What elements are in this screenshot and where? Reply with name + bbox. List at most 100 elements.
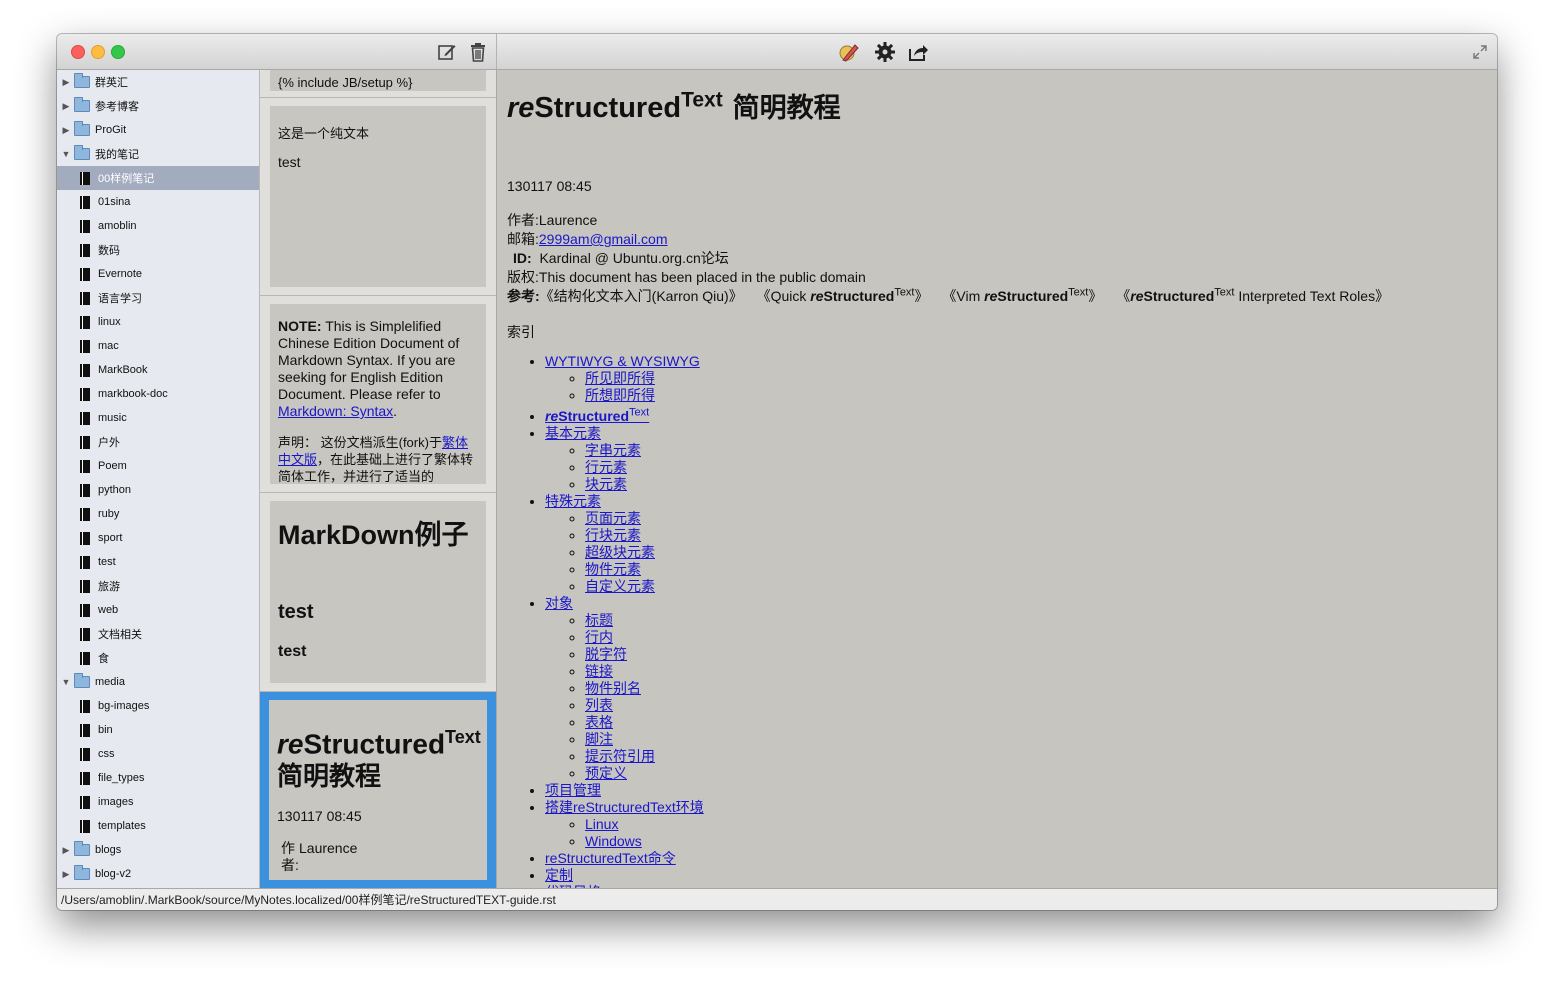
sidebar-item[interactable]: ▶ blogs bbox=[57, 838, 259, 862]
toc-link[interactable]: 搭建reStructuredText环境 bbox=[545, 799, 704, 815]
sidebar-item[interactable]: 食 bbox=[57, 646, 259, 670]
sidebar-item[interactable]: web bbox=[57, 598, 259, 622]
note-card-selected[interactable]: reStructuredText 简明教程 130117 08:45 作者: L… bbox=[260, 692, 496, 888]
toc-link[interactable]: 项目管理 bbox=[545, 782, 601, 798]
markdown-syntax-link[interactable]: Markdown: Syntax bbox=[278, 403, 393, 419]
ref-item: 《reStructuredText Interpreted Text Roles… bbox=[1116, 286, 1390, 304]
disclosure-closed-icon[interactable]: ▶ bbox=[61, 845, 71, 856]
toc-link[interactable]: WYTIWYG & WYSIWYG bbox=[545, 353, 700, 369]
toc-sublink[interactable]: 物件元素 bbox=[585, 561, 641, 577]
compose-button[interactable] bbox=[436, 41, 458, 63]
sidebar-item[interactable]: ▶ blog-v2 bbox=[57, 862, 259, 886]
document-view: reStructuredText 简明教程 130117 08:45 作者:La… bbox=[497, 70, 1497, 888]
toc-sublink[interactable]: 行元素 bbox=[585, 459, 627, 475]
email-link[interactable]: 2999am@gmail.com bbox=[539, 231, 668, 247]
sidebar-item[interactable]: 00样例笔记 bbox=[57, 166, 259, 190]
disclosure-closed-icon[interactable]: ▶ bbox=[61, 125, 71, 136]
close-window-button[interactable] bbox=[71, 45, 85, 59]
sidebar-item[interactable]: markbook-doc bbox=[57, 382, 259, 406]
toc-link[interactable]: 定制 bbox=[545, 867, 573, 883]
disclosure-closed-icon[interactable]: ▶ bbox=[61, 869, 71, 880]
toc-subitem: 物件别名 bbox=[585, 680, 1407, 697]
toc-sublink[interactable]: 超级块元素 bbox=[585, 544, 655, 560]
sidebar-item[interactable]: test bbox=[57, 550, 259, 574]
sidebar-item[interactable]: ▶ 群英汇 bbox=[57, 70, 259, 94]
note-card[interactable]: 这是一个纯文本 test bbox=[260, 98, 496, 296]
sidebar-item[interactable]: 旅游 bbox=[57, 574, 259, 598]
toc-item: 基本元素字串元素行元素块元素 bbox=[545, 425, 1407, 493]
disclosure-open-icon[interactable]: ▼ bbox=[61, 149, 71, 159]
toc-sublink[interactable]: 标题 bbox=[585, 612, 613, 628]
sidebar-item[interactable]: ruby bbox=[57, 502, 259, 526]
toc-sublink[interactable]: 脚注 bbox=[585, 731, 613, 747]
toc-sublink[interactable]: 提示符引用 bbox=[585, 748, 655, 764]
sidebar-item[interactable]: ▶ 参考博客 bbox=[57, 94, 259, 118]
notebook-sidebar: ▶ 群英汇 ▶ 参考博客 ▶ ProGit ▼ 我的笔记 00样例笔记 01sina amoblin… bbox=[57, 70, 260, 888]
folder-icon bbox=[74, 673, 90, 688]
sidebar-item[interactable]: sport bbox=[57, 526, 259, 550]
toc-link[interactable]: reStructuredText bbox=[545, 406, 649, 424]
sidebar-item[interactable]: bin bbox=[57, 718, 259, 742]
sidebar-item[interactable]: 01sina bbox=[57, 190, 259, 214]
disclosure-open-icon[interactable]: ▼ bbox=[61, 677, 71, 687]
sidebar-item[interactable]: 数码 bbox=[57, 238, 259, 262]
fullscreen-button[interactable] bbox=[1470, 42, 1490, 62]
delete-button[interactable] bbox=[467, 41, 489, 63]
sidebar-item[interactable]: ▶ ProGit bbox=[57, 118, 259, 142]
note-card[interactable]: {% include JB/setup %} bbox=[260, 70, 496, 98]
toc-sublink[interactable]: 所见即所得 bbox=[585, 370, 655, 386]
note-preview-text: test bbox=[278, 154, 301, 170]
sidebar-item[interactable]: MarkBook bbox=[57, 358, 259, 382]
sidebar-item[interactable]: css bbox=[57, 742, 259, 766]
toc-sublink[interactable]: 页面元素 bbox=[585, 510, 641, 526]
toc-sublink[interactable]: 行内 bbox=[585, 629, 613, 645]
zoom-window-button[interactable] bbox=[111, 45, 125, 59]
note-preview-text: NOTE: This is Simplelified Chinese Editi… bbox=[278, 318, 478, 420]
toc-link[interactable]: 对象 bbox=[545, 595, 573, 611]
disclosure-closed-icon[interactable]: ▶ bbox=[61, 101, 71, 112]
sidebar-item[interactable]: linux bbox=[57, 310, 259, 334]
sidebar-item[interactable]: amoblin bbox=[57, 214, 259, 238]
toc-sublink[interactable]: Windows bbox=[585, 833, 642, 849]
toc-sublink[interactable]: 列表 bbox=[585, 697, 613, 713]
sidebar-item[interactable]: 文档相关 bbox=[57, 622, 259, 646]
sidebar-item[interactable]: music bbox=[57, 406, 259, 430]
toc-link[interactable]: reStructuredText命令 bbox=[545, 850, 676, 866]
id-label: ID: bbox=[513, 250, 532, 266]
doc-references-row: 参考:《结构化文本入门(Karron Qiu)》 《Quick reStruct… bbox=[507, 286, 1389, 306]
toc-sublink[interactable]: 字串元素 bbox=[585, 442, 641, 458]
note-card[interactable]: NOTE: This is Simplelified Chinese Editi… bbox=[260, 296, 496, 493]
sidebar-item[interactable]: bg-images bbox=[57, 694, 259, 718]
notebook-icon bbox=[80, 243, 90, 257]
sidebar-item[interactable]: Poem bbox=[57, 454, 259, 478]
sidebar-item[interactable]: python bbox=[57, 478, 259, 502]
toc-sublink[interactable]: 物件别名 bbox=[585, 680, 641, 696]
sidebar-item[interactable]: 户外 bbox=[57, 430, 259, 454]
share-button[interactable] bbox=[907, 41, 929, 63]
edit-button[interactable] bbox=[838, 41, 860, 63]
toc-sublink[interactable]: Linux bbox=[585, 816, 618, 832]
toc-sublink[interactable]: 自定义元素 bbox=[585, 578, 655, 594]
sidebar-item[interactable]: Evernote bbox=[57, 262, 259, 286]
toc-sublink[interactable]: 块元素 bbox=[585, 476, 627, 492]
toc-sublink[interactable]: 所想即所得 bbox=[585, 387, 655, 403]
sidebar-item[interactable]: images bbox=[57, 790, 259, 814]
sidebar-item[interactable]: ▼ 我的笔记 bbox=[57, 142, 259, 166]
sidebar-item[interactable]: ▼ media bbox=[57, 670, 259, 694]
sidebar-item[interactable]: 语言学习 bbox=[57, 286, 259, 310]
toc-sublink[interactable]: 脱字符 bbox=[585, 646, 627, 662]
note-card[interactable]: MarkDown例子 test test bbox=[260, 493, 496, 692]
sidebar-item[interactable]: templates bbox=[57, 814, 259, 838]
settings-button[interactable] bbox=[874, 41, 896, 63]
toc-sublink[interactable]: 预定义 bbox=[585, 765, 627, 781]
toc-link[interactable]: 基本元素 bbox=[545, 425, 601, 441]
toc-sublink[interactable]: 表格 bbox=[585, 714, 613, 730]
toc-sublink[interactable]: 行块元素 bbox=[585, 527, 641, 543]
notebook-icon bbox=[80, 627, 90, 641]
toc-sublink[interactable]: 链接 bbox=[585, 663, 613, 679]
sidebar-item[interactable]: mac bbox=[57, 334, 259, 358]
toc-link[interactable]: 特殊元素 bbox=[545, 493, 601, 509]
disclosure-closed-icon[interactable]: ▶ bbox=[61, 77, 71, 88]
minimize-window-button[interactable] bbox=[91, 45, 105, 59]
sidebar-item[interactable]: file_types bbox=[57, 766, 259, 790]
